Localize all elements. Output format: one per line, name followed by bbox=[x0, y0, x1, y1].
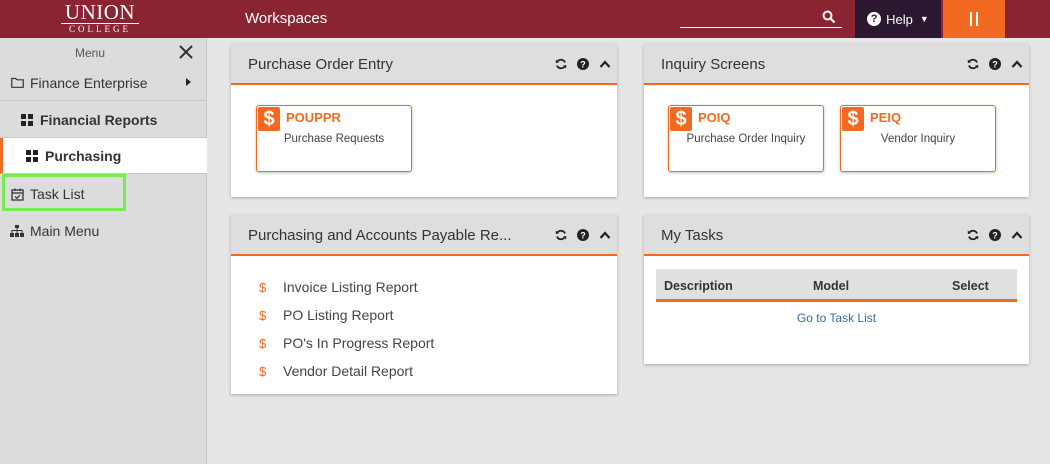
logo-line1: UNION bbox=[64, 0, 136, 24]
dollar-icon: $ bbox=[259, 279, 267, 295]
chevron-up-icon[interactable] bbox=[1011, 58, 1023, 70]
folder-icon bbox=[10, 76, 24, 90]
union-college-logo[interactable]: UNION COLLEGE bbox=[60, 1, 140, 35]
column-header-description[interactable]: Description bbox=[664, 279, 733, 293]
sidebar-item-label: Purchasing bbox=[45, 147, 122, 164]
svg-text:?: ? bbox=[580, 231, 586, 241]
card-title: Purchasing and Accounts Payable Re... bbox=[248, 227, 512, 244]
top-bar: UNION COLLEGE Workspaces ? Help ▼ bbox=[0, 0, 1050, 38]
menu-label: Menu bbox=[74, 46, 106, 60]
refresh-icon[interactable] bbox=[555, 229, 567, 241]
sidebar-item-main-menu[interactable]: Main Menu bbox=[0, 213, 207, 249]
card-title: Purchase Order Entry bbox=[248, 56, 394, 73]
help-button[interactable]: ? Help ▼ bbox=[855, 0, 941, 38]
card-tools: ? bbox=[967, 229, 1023, 241]
sidebar: Menu Finance Enterprise Financial Report… bbox=[0, 38, 207, 464]
pause-icon-button[interactable] bbox=[943, 0, 1005, 38]
chevron-up-icon[interactable] bbox=[1011, 229, 1023, 241]
chevron-up-icon[interactable] bbox=[599, 58, 611, 70]
dollar-icon: $ bbox=[258, 107, 280, 131]
question-circle-icon[interactable]: ? bbox=[989, 229, 1001, 241]
report-label: PO's In Progress Report bbox=[283, 335, 435, 351]
dollar-icon: $ bbox=[259, 335, 267, 351]
card-tools: ? bbox=[967, 58, 1023, 70]
card-header: Inquiry Screens ? bbox=[644, 44, 1029, 85]
tile-desc: Purchase Order Inquiry bbox=[686, 133, 806, 145]
report-label: Vendor Detail Report bbox=[283, 363, 413, 379]
report-label: PO Listing Report bbox=[283, 307, 394, 323]
card-header: Purchasing and Accounts Payable Re... ? bbox=[231, 215, 617, 256]
card-inquiry-screens: Inquiry Screens ? $ POIQ Purchase Order … bbox=[644, 44, 1029, 197]
close-icon[interactable] bbox=[178, 44, 194, 60]
card-header: My Tasks ? bbox=[644, 215, 1029, 256]
report-item-invoice-listing[interactable]: $ Invoice Listing Report bbox=[259, 273, 434, 301]
report-list: $ Invoice Listing Report $ PO Listing Re… bbox=[259, 273, 434, 385]
report-item-po-in-progress[interactable]: $ PO's In Progress Report bbox=[259, 329, 434, 357]
column-header-select[interactable]: Select bbox=[952, 279, 989, 293]
tile-code: POUPPR bbox=[286, 110, 341, 125]
card-title: My Tasks bbox=[661, 227, 724, 244]
sidebar-item-label: Main Menu bbox=[30, 223, 100, 239]
question-circle-icon[interactable]: ? bbox=[989, 58, 1001, 70]
chevron-up-icon[interactable] bbox=[599, 229, 611, 241]
help-label: Help bbox=[886, 11, 913, 27]
card-header: Purchase Order Entry ? bbox=[231, 44, 617, 85]
card-purchase-order-entry: Purchase Order Entry ? $ POUPPR Purchase… bbox=[231, 44, 617, 197]
dollar-icon: $ bbox=[842, 107, 864, 131]
pause-icon bbox=[970, 12, 972, 26]
refresh-icon[interactable] bbox=[967, 229, 979, 241]
svg-text:?: ? bbox=[992, 231, 998, 241]
tile-poiq[interactable]: $ POIQ Purchase Order Inquiry bbox=[668, 105, 824, 172]
grid-icon bbox=[20, 113, 34, 127]
card-tools: ? bbox=[555, 58, 611, 70]
sidebar-item-finance-enterprise[interactable]: Finance Enterprise bbox=[0, 65, 207, 101]
sidebar-item-financial-reports[interactable]: Financial Reports bbox=[0, 102, 207, 138]
refresh-icon[interactable] bbox=[967, 58, 979, 70]
question-circle-icon[interactable]: ? bbox=[577, 229, 589, 241]
card-purchasing-ap-reports: Purchasing and Accounts Payable Re... ? … bbox=[231, 215, 617, 394]
svg-text:?: ? bbox=[992, 60, 998, 70]
tile-peiq[interactable]: $ PEIQ Vendor Inquiry bbox=[840, 105, 996, 172]
page-title: Workspaces bbox=[245, 10, 328, 27]
logo-line2: COLLEGE bbox=[61, 23, 139, 34]
question-circle-icon[interactable]: ? bbox=[577, 58, 589, 70]
tile-pouppr[interactable]: $ POUPPR Purchase Requests bbox=[256, 105, 412, 172]
task-list-highlight bbox=[2, 174, 126, 211]
search-input[interactable] bbox=[680, 8, 842, 28]
refresh-icon[interactable] bbox=[555, 58, 567, 70]
caret-down-icon: ▼ bbox=[919, 14, 929, 24]
question-circle-icon: ? bbox=[867, 12, 882, 26]
column-header-model[interactable]: Model bbox=[813, 279, 849, 293]
task-table-header: Description Model Select bbox=[656, 269, 1017, 302]
sidebar-item-label: Finance Enterprise bbox=[30, 74, 148, 91]
card-title: Inquiry Screens bbox=[661, 56, 766, 73]
tile-code: PEIQ bbox=[870, 110, 902, 125]
go-to-task-list-link[interactable]: Go to Task List bbox=[656, 311, 1017, 325]
caret-right-icon bbox=[186, 78, 191, 86]
report-item-po-listing[interactable]: $ PO Listing Report bbox=[259, 301, 434, 329]
report-label: Invoice Listing Report bbox=[283, 279, 418, 295]
report-item-vendor-detail[interactable]: $ Vendor Detail Report bbox=[259, 357, 434, 385]
tile-desc: Vendor Inquiry bbox=[880, 133, 956, 145]
sidebar-item-purchasing[interactable]: Purchasing bbox=[0, 138, 207, 174]
search-icon[interactable] bbox=[822, 10, 836, 24]
grid-icon bbox=[25, 149, 39, 163]
tile-code: POIQ bbox=[698, 110, 731, 125]
dollar-icon: $ bbox=[259, 307, 267, 323]
dollar-icon: $ bbox=[259, 363, 267, 379]
sitemap-icon bbox=[10, 224, 24, 238]
card-my-tasks: My Tasks ? Description Model Select Go t… bbox=[644, 215, 1029, 364]
dollar-icon: $ bbox=[670, 107, 692, 131]
svg-text:?: ? bbox=[580, 60, 586, 70]
card-tools: ? bbox=[555, 229, 611, 241]
task-table: Description Model Select Go to Task List bbox=[656, 269, 1017, 325]
tile-desc: Purchase Requests bbox=[283, 133, 385, 145]
sidebar-item-label: Financial Reports bbox=[40, 111, 158, 128]
